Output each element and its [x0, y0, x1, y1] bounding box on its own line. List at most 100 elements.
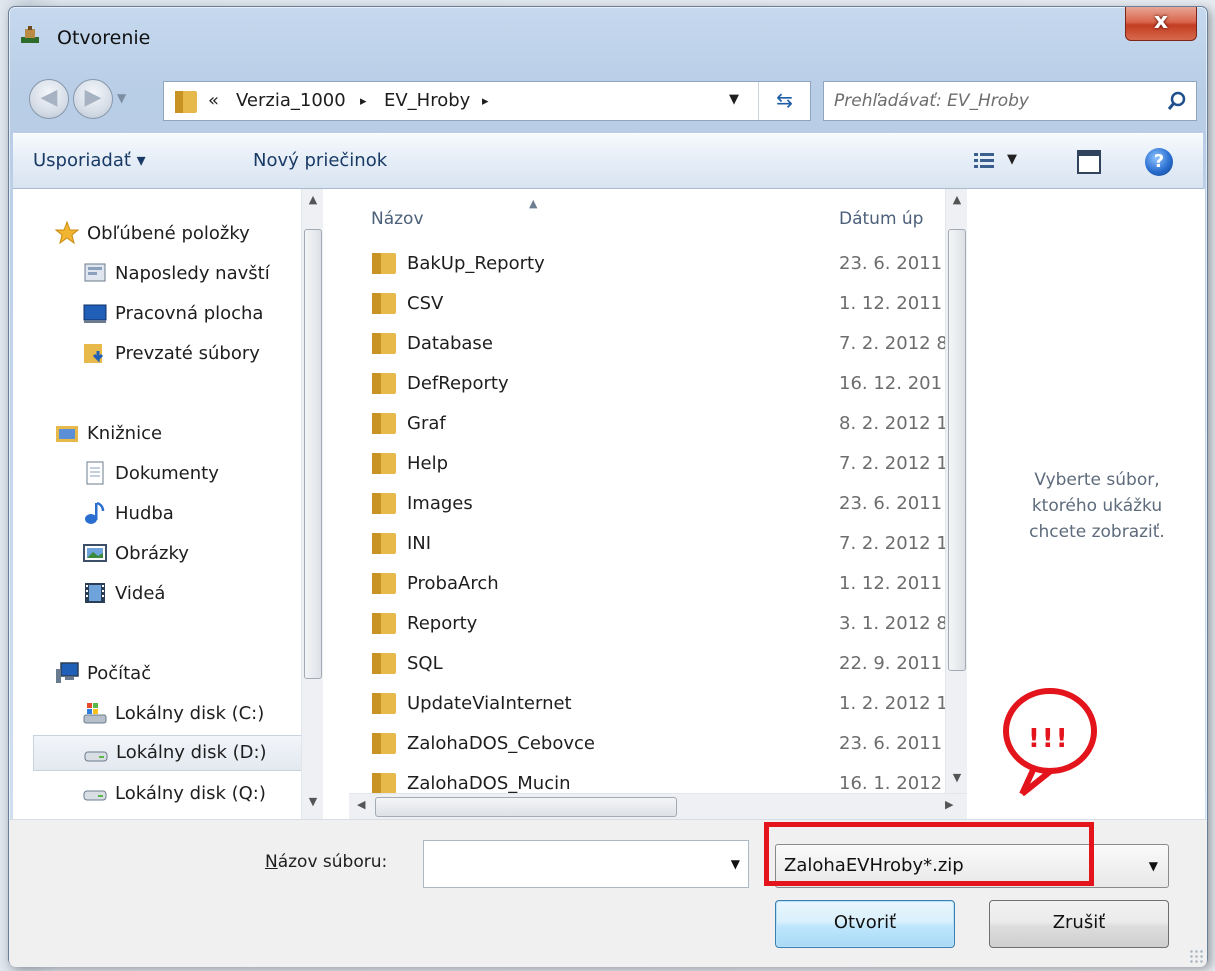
- scroll-up-arrow-icon[interactable]: ▲: [946, 193, 968, 206]
- file-name: Images: [407, 493, 473, 514]
- file-name: UpdateViaInternet: [407, 693, 572, 714]
- navigation-pane-scrollbar[interactable]: ▲ ▼: [301, 189, 323, 819]
- breadcrumb-verzia[interactable]: Verzia_1000: [236, 90, 346, 111]
- scroll-up-arrow-icon[interactable]: ▲: [302, 193, 324, 206]
- sidebar-item-documents[interactable]: Dokumenty: [83, 459, 303, 493]
- breadcrumb-overflow[interactable]: «: [208, 90, 219, 111]
- file-date: 16. 1. 2012: [839, 773, 943, 794]
- file-row[interactable]: Reporty 3. 1. 2012 8: [371, 607, 971, 645]
- sidebar-item-drive-q[interactable]: Lokálny disk (Q:): [83, 779, 303, 813]
- file-row[interactable]: UpdateViaInternet 1. 2. 2012 1: [371, 687, 971, 725]
- command-toolbar: Usporiadať ▾ Nový priečinok ▼ ?: [13, 133, 1203, 189]
- resize-grip[interactable]: [1189, 949, 1203, 963]
- file-date: 16. 12. 201: [839, 373, 943, 394]
- preview-pane-icon[interactable]: [1077, 150, 1101, 174]
- pictures-icon: [83, 544, 107, 562]
- folder-icon: [371, 291, 397, 315]
- file-date: 23. 6. 2011: [839, 253, 943, 274]
- drive-c-icon: [83, 703, 107, 724]
- scroll-thumb[interactable]: [948, 229, 966, 671]
- forward-button[interactable]: ▶: [73, 79, 113, 119]
- file-row[interactable]: DefReporty 16. 12. 201: [371, 367, 971, 405]
- file-name: Graf: [407, 413, 446, 434]
- view-options-icon[interactable]: [973, 152, 995, 170]
- file-list-vertical-scrollbar[interactable]: ▲ ▼: [945, 189, 967, 793]
- file-date: 1. 12. 2011: [839, 573, 943, 594]
- sidebar-item-computer[interactable]: Počítač: [55, 659, 295, 693]
- annotation-highlight-box: [764, 822, 1094, 886]
- horizontal-scroll-thumb[interactable]: [375, 797, 677, 817]
- file-row[interactable]: Images 23. 6. 2011: [371, 487, 971, 525]
- desktop-icon: [83, 304, 107, 323]
- sidebar-item-music[interactable]: Hudba: [83, 499, 303, 533]
- sidebar-item-pictures[interactable]: Obrázky: [83, 539, 303, 573]
- file-row[interactable]: Database 7. 2. 2012 8: [371, 327, 971, 365]
- file-row[interactable]: ProbaArch 1. 12. 2011: [371, 567, 971, 605]
- folder-icon: [371, 611, 397, 635]
- sidebar-item-downloads[interactable]: Prevzaté súbory: [83, 339, 303, 373]
- sidebar-item-libraries[interactable]: Knižnice: [55, 419, 295, 453]
- file-name: SQL: [407, 653, 443, 674]
- title-bar[interactable]: Otvorenie x: [9, 7, 1207, 63]
- sidebar-item-drive-c[interactable]: Lokálny disk (C:): [83, 699, 303, 733]
- file-date: 23. 6. 2011: [839, 493, 943, 514]
- file-row[interactable]: SQL 22. 9. 2011: [371, 647, 971, 685]
- column-header-name[interactable]: Názov: [371, 209, 424, 229]
- downloads-icon: [84, 344, 104, 363]
- file-date: 3. 1. 2012 8: [839, 613, 948, 634]
- scroll-down-arrow-icon[interactable]: ▼: [946, 771, 968, 784]
- file-name: BakUp_Reporty: [407, 253, 545, 274]
- file-row[interactable]: ZalohaDOS_Cebovce 23. 6. 2011: [371, 727, 971, 765]
- address-dropdown-icon[interactable]: ▼: [729, 92, 739, 107]
- file-date: 1. 12. 2011: [839, 293, 943, 314]
- address-bar[interactable]: « Verzia_1000 ▸ EV_Hroby ▸ ▼ ⇆: [163, 81, 811, 121]
- file-list-horizontal-scrollbar[interactable]: ◀ ▶: [349, 793, 967, 819]
- scroll-left-arrow-icon[interactable]: ◀: [357, 798, 365, 811]
- search-input[interactable]: [824, 82, 1144, 120]
- sidebar-item-videos[interactable]: Videá: [83, 579, 303, 613]
- file-date: 22. 9. 2011: [839, 653, 943, 674]
- sidebar-item-recent-places[interactable]: Naposledy navští: [83, 259, 303, 293]
- breadcrumb-separator-icon[interactable]: ▸: [482, 94, 489, 109]
- back-button[interactable]: ◀: [29, 79, 69, 119]
- folder-icon: [371, 731, 397, 755]
- scroll-thumb[interactable]: [304, 229, 322, 679]
- annotation-text: !!!: [1028, 724, 1070, 754]
- recent-locations-dropdown-icon[interactable]: ▼: [117, 91, 126, 105]
- open-button[interactable]: Otvoriť: [775, 900, 955, 948]
- file-row[interactable]: Help 7. 2. 2012 1: [371, 447, 971, 485]
- filename-dropdown-icon[interactable]: ▼: [731, 857, 740, 871]
- file-row[interactable]: Graf 8. 2. 2012 1: [371, 407, 971, 445]
- folder-icon: [371, 251, 397, 275]
- sidebar-item-favorites[interactable]: Obľúbené položky: [55, 219, 295, 253]
- breadcrumb-separator-icon[interactable]: ▸: [360, 94, 367, 109]
- folder-icon: [371, 571, 397, 595]
- file-row[interactable]: BakUp_Reporty 23. 6. 2011: [371, 247, 971, 285]
- new-folder-button[interactable]: Nový priečinok: [253, 150, 387, 171]
- file-name: CSV: [407, 293, 444, 314]
- help-icon[interactable]: ?: [1145, 148, 1173, 176]
- column-header-date[interactable]: Dátum úp: [839, 209, 923, 229]
- file-row[interactable]: INI 7. 2. 2012 1: [371, 527, 971, 565]
- file-name: DefReporty: [407, 373, 509, 394]
- drive-icon: [84, 751, 108, 762]
- scroll-down-arrow-icon[interactable]: ▼: [302, 795, 324, 808]
- cancel-button[interactable]: Zrušiť: [989, 900, 1169, 948]
- close-button[interactable]: x: [1125, 7, 1197, 41]
- file-row[interactable]: CSV 1. 12. 2011: [371, 287, 971, 325]
- file-date: 7. 2. 2012 8: [839, 333, 948, 354]
- refresh-icon[interactable]: ⇆: [758, 82, 810, 120]
- file-name: ProbaArch: [407, 573, 499, 594]
- organize-button[interactable]: Usporiadať ▾: [33, 150, 146, 171]
- window-title: Otvorenie: [57, 27, 151, 49]
- documents-icon: [86, 461, 104, 485]
- app-icon: [21, 26, 39, 43]
- breadcrumb-ev-hroby[interactable]: EV_Hroby: [384, 90, 470, 111]
- filename-input[interactable]: [424, 841, 714, 887]
- view-dropdown-icon[interactable]: ▼: [1007, 152, 1017, 167]
- filter-dropdown-icon[interactable]: ▼: [1149, 859, 1158, 873]
- scroll-right-arrow-icon[interactable]: ▶: [945, 798, 953, 811]
- sidebar-item-drive-d[interactable]: Lokálny disk (D:): [33, 735, 303, 771]
- search-icon[interactable]: [1166, 90, 1188, 112]
- sidebar-item-desktop[interactable]: Pracovná plocha: [83, 299, 303, 333]
